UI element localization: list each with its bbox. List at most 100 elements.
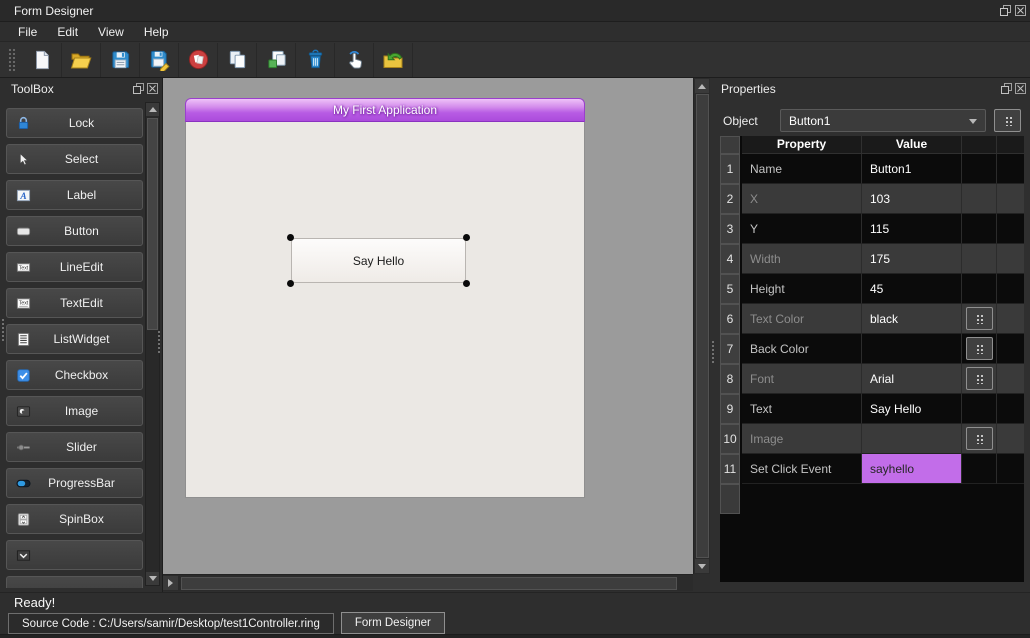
- open-file-button[interactable]: [62, 43, 101, 77]
- row-header[interactable]: 9: [720, 394, 740, 424]
- row-header[interactable]: 6: [720, 304, 740, 334]
- close-window-icon[interactable]: [1015, 5, 1026, 16]
- open-source-folder-button[interactable]: [374, 43, 413, 77]
- scroll-up-button[interactable]: [146, 103, 159, 116]
- toolbox-item-checkbox[interactable]: Checkbox: [6, 360, 143, 390]
- menu-edit[interactable]: Edit: [47, 23, 88, 41]
- toolbox-item-textedit[interactable]: Text TextEdit: [6, 288, 143, 318]
- design-canvas[interactable]: My First Application Say Hello: [163, 78, 693, 574]
- close-panel-icon[interactable]: [147, 83, 158, 94]
- designed-button[interactable]: Say Hello: [291, 238, 466, 283]
- property-name-cell[interactable]: Set Click Event: [742, 454, 862, 484]
- property-value-cell[interactable]: black: [862, 304, 962, 334]
- selection-handle[interactable]: [463, 234, 470, 241]
- property-value-cell[interactable]: 175: [862, 244, 962, 274]
- scrollbar-thumb[interactable]: [147, 118, 158, 330]
- property-name-cell[interactable]: X: [742, 184, 862, 214]
- property-name-cell[interactable]: Y: [742, 214, 862, 244]
- designed-form[interactable]: My First Application Say Hello: [185, 98, 585, 498]
- form-body[interactable]: Say Hello: [185, 122, 585, 498]
- paste-button[interactable]: [257, 43, 296, 77]
- toolbar-grip-handle[interactable]: [8, 48, 16, 72]
- click-mode-button[interactable]: [335, 43, 374, 77]
- object-select[interactable]: Button1: [780, 109, 986, 132]
- property-value-cell[interactable]: Say Hello: [862, 394, 962, 424]
- scrollbar-thumb[interactable]: [696, 94, 709, 558]
- save-button[interactable]: [101, 43, 140, 77]
- tab-source-code[interactable]: Source Code : C:/Users/samir/Desktop/tes…: [8, 613, 334, 634]
- row-header[interactable]: 4: [720, 244, 740, 274]
- object-picker-button[interactable]: [994, 109, 1021, 132]
- toolbox-item-spinbox[interactable]: SpinBox: [6, 504, 143, 534]
- color-picker-button[interactable]: [966, 337, 993, 360]
- scroll-up-button[interactable]: [695, 79, 709, 93]
- toolbox-item-lock[interactable]: Lock: [6, 108, 143, 138]
- canvas-horizontal-scrollbar[interactable]: [163, 574, 693, 591]
- property-value-cell[interactable]: 45: [862, 274, 962, 304]
- toolbox-item-partial[interactable]: [6, 576, 143, 588]
- toolbox-item-image[interactable]: Image: [6, 396, 143, 426]
- toolbox-item-lineedit[interactable]: Text LineEdit: [6, 252, 143, 282]
- color-picker-button[interactable]: [966, 307, 993, 330]
- property-name-cell[interactable]: Width: [742, 244, 862, 274]
- toolbox-item-select[interactable]: Select: [6, 144, 143, 174]
- delete-button[interactable]: [296, 43, 335, 77]
- property-name-cell[interactable]: Text Color: [742, 304, 862, 334]
- float-panel-icon[interactable]: [1001, 83, 1012, 94]
- property-value-cell[interactable]: 103: [862, 184, 962, 214]
- close-panel-icon[interactable]: [1015, 83, 1026, 94]
- toolbox-item-listwidget[interactable]: ListWidget: [6, 324, 143, 354]
- row-header[interactable]: 5: [720, 274, 740, 304]
- property-value-cell-highlighted[interactable]: sayhello: [862, 454, 962, 484]
- float-panel-icon[interactable]: [133, 83, 144, 94]
- property-name-cell[interactable]: Name: [742, 154, 862, 184]
- property-name-cell[interactable]: Image: [742, 424, 862, 454]
- new-file-button[interactable]: [23, 43, 62, 77]
- row-header[interactable]: 7: [720, 334, 740, 364]
- canvas-vertical-scrollbar[interactable]: [693, 78, 710, 574]
- property-value-cell[interactable]: Button1: [862, 154, 962, 184]
- selection-handle[interactable]: [287, 234, 294, 241]
- splitter-handle[interactable]: [1, 318, 6, 342]
- menu-help[interactable]: Help: [134, 23, 179, 41]
- property-value-cell[interactable]: [862, 334, 962, 364]
- row-header[interactable]: [720, 484, 740, 514]
- toolbar: [0, 42, 1030, 78]
- toolbox-item-label[interactable]: A Label: [6, 180, 143, 210]
- property-name-cell[interactable]: Font: [742, 364, 862, 394]
- row-header[interactable]: 2: [720, 184, 740, 214]
- toolbox-item-combobox[interactable]: [6, 540, 143, 570]
- toolbox-item-progressbar[interactable]: ProgressBar: [6, 468, 143, 498]
- close-form-button[interactable]: [179, 43, 218, 77]
- scroll-down-button[interactable]: [695, 559, 709, 573]
- scroll-right-button[interactable]: [163, 576, 177, 590]
- row-header[interactable]: 11: [720, 454, 740, 484]
- property-name-cell[interactable]: Text: [742, 394, 862, 424]
- scrollbar-thumb[interactable]: [181, 577, 677, 590]
- property-name-cell[interactable]: Back Color: [742, 334, 862, 364]
- toolbox-item-slider[interactable]: Slider: [6, 432, 143, 462]
- selection-handle[interactable]: [287, 280, 294, 287]
- splitter-handle[interactable]: [711, 340, 716, 364]
- property-value-cell[interactable]: Arial: [862, 364, 962, 394]
- row-header[interactable]: 3: [720, 214, 740, 244]
- form-titlebar[interactable]: My First Application: [185, 98, 585, 122]
- menu-view[interactable]: View: [88, 23, 134, 41]
- property-value-cell[interactable]: [862, 424, 962, 454]
- property-name-cell[interactable]: Height: [742, 274, 862, 304]
- font-picker-button[interactable]: [966, 367, 993, 390]
- row-header[interactable]: 1: [720, 154, 740, 184]
- float-window-icon[interactable]: [1000, 5, 1011, 16]
- property-value-cell[interactable]: 115: [862, 214, 962, 244]
- scroll-down-button[interactable]: [146, 572, 159, 585]
- row-header[interactable]: 8: [720, 364, 740, 394]
- save-as-button[interactable]: [140, 43, 179, 77]
- toolbox-item-button[interactable]: Button: [6, 216, 143, 246]
- row-header[interactable]: 10: [720, 424, 740, 454]
- menu-file[interactable]: File: [8, 23, 47, 41]
- splitter-handle[interactable]: [157, 330, 162, 354]
- tab-form-designer[interactable]: Form Designer: [341, 612, 445, 634]
- selection-handle[interactable]: [463, 280, 470, 287]
- image-picker-button[interactable]: [966, 427, 993, 450]
- copy-button[interactable]: [218, 43, 257, 77]
